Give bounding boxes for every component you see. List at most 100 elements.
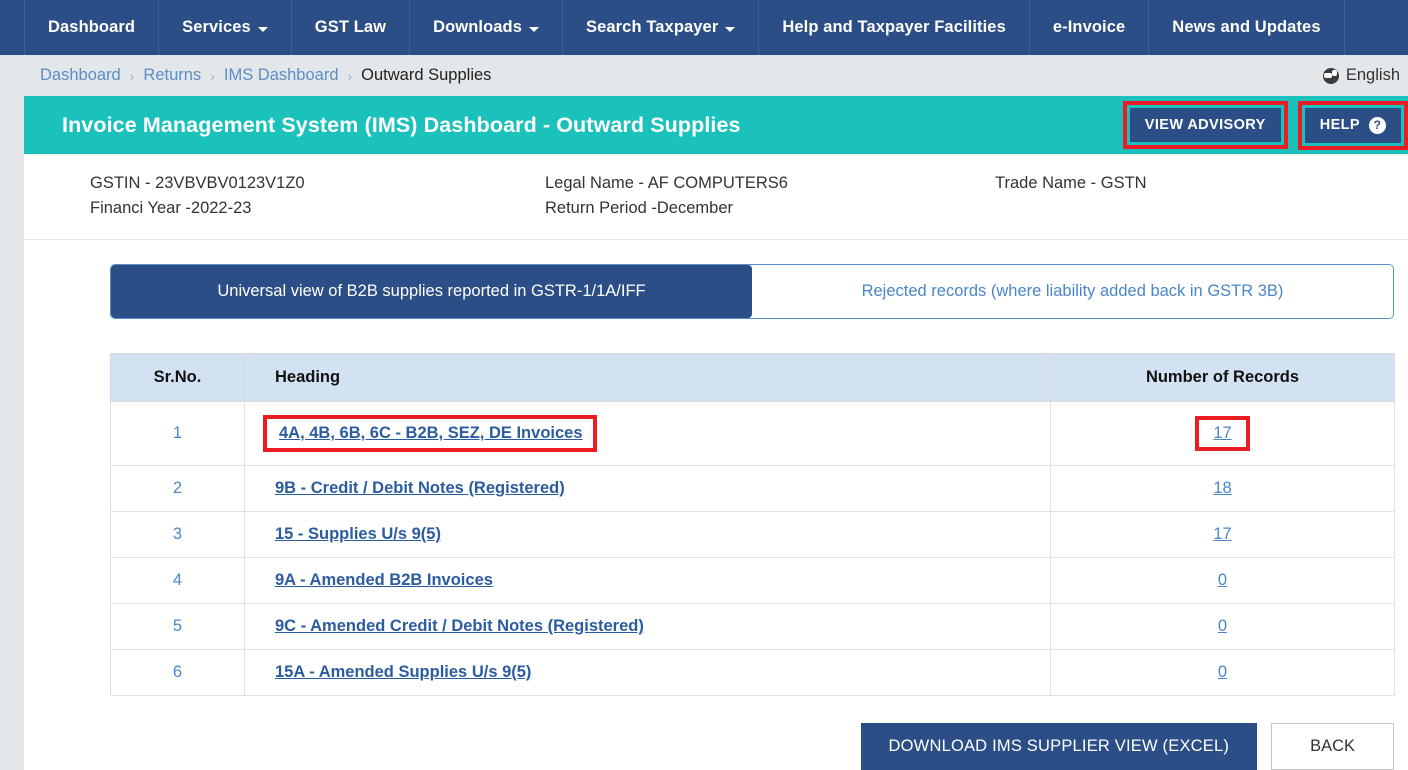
cell-heading: 9B - Credit / Debit Notes (Registered) [245, 466, 1051, 512]
record-count-link[interactable]: 17 [1213, 424, 1231, 442]
question-mark-icon: ? [1369, 117, 1386, 134]
table-row: 1 4A, 4B, 6B, 6C - B2B, SEZ, DE Invoices 1… [111, 402, 1395, 466]
nav-item-help-and-taxpayer-facilities[interactable]: Help and Taxpayer Facilities [759, 0, 1030, 55]
heading-link[interactable]: 9B - Credit / Debit Notes (Registered) [275, 479, 565, 497]
cell-sr-no: 3 [111, 512, 245, 558]
table-row: 2 9B - Credit / Debit Notes (Registered) 1… [111, 466, 1395, 512]
nav-item-news-and-updates[interactable]: News and Updates [1149, 0, 1344, 55]
cell-heading: 4A, 4B, 6B, 6C - B2B, SEZ, DE Invoices [245, 402, 1051, 466]
breadcrumb-item-returns[interactable]: Returns [143, 66, 201, 85]
nav-item-label: e-Invoice [1053, 18, 1125, 37]
cell-number-of-records: 18 [1051, 466, 1395, 512]
breadcrumb-separator: › [348, 69, 353, 83]
record-count-link[interactable]: 0 [1218, 617, 1227, 635]
download-ims-supplier-view-button[interactable]: DOWNLOAD IMS SUPPLIER VIEW (EXCEL) [861, 723, 1258, 770]
record-count-highlight-box: 17 [1195, 416, 1249, 451]
cell-sr-no: 5 [111, 604, 245, 650]
heading-link[interactable]: 9A - Amended B2B Invoices [275, 571, 493, 589]
nav-item-label: Dashboard [48, 18, 135, 37]
cell-heading: 9A - Amended B2B Invoices [245, 558, 1051, 604]
nav-item-label: News and Updates [1172, 18, 1320, 37]
chevron-down-icon [725, 27, 735, 32]
breadcrumb: Dashboard›Returns›IMS Dashboard›Outward … [40, 66, 491, 85]
footer-actions: DOWNLOAD IMS SUPPLIER VIEW (EXCEL) BACK [861, 723, 1394, 770]
help-button[interactable]: HELP ? [1305, 108, 1401, 143]
table-row: 3 15 - Supplies U/s 9(5) 17 [111, 512, 1395, 558]
records-table-head: Sr.No. Heading Number of Records [111, 354, 1395, 402]
taxpayer-info: GSTIN - 23VBVBV0123V1Z0 Legal Name - AF … [24, 154, 1408, 240]
header-actions: VIEW ADVISORY HELP ? [1123, 101, 1408, 150]
record-count-link[interactable]: 0 [1218, 571, 1227, 589]
page-title: Invoice Management System (IMS) Dashboar… [62, 113, 741, 138]
language-selector[interactable]: English [1323, 66, 1400, 85]
nav-item-label: Services [182, 18, 251, 37]
view-tabs: Universal view of B2B supplies reported … [110, 264, 1394, 319]
heading-wrapper: 15 - Supplies U/s 9(5) [245, 525, 1040, 544]
records-table-body: 1 4A, 4B, 6B, 6C - B2B, SEZ, DE Invoices 1… [111, 402, 1395, 696]
record-count-link[interactable]: 18 [1213, 479, 1231, 497]
heading-link[interactable]: 15 - Supplies U/s 9(5) [275, 525, 441, 543]
heading-link[interactable]: 4A, 4B, 6B, 6C - B2B, SEZ, DE Invoices [279, 424, 583, 442]
view-advisory-highlight: VIEW ADVISORY [1123, 101, 1288, 149]
record-count-link[interactable]: 0 [1218, 663, 1227, 681]
breadcrumb-separator: › [130, 69, 135, 83]
back-button[interactable]: BACK [1271, 723, 1394, 770]
breadcrumb-item-ims-dashboard[interactable]: IMS Dashboard [224, 66, 339, 85]
globe-icon [1323, 68, 1339, 84]
nav-item-e-invoice[interactable]: e-Invoice [1030, 0, 1149, 55]
cell-sr-no: 6 [111, 650, 245, 696]
content-card: Invoice Management System (IMS) Dashboar… [24, 96, 1408, 770]
nav-item-label: Downloads [433, 18, 522, 37]
heading-wrapper: 9B - Credit / Debit Notes (Registered) [245, 479, 1040, 498]
table-row: 5 9C - Amended Credit / Debit Notes (Regi… [111, 604, 1395, 650]
nav-item-label: GST Law [315, 18, 386, 37]
column-header-sr-no: Sr.No. [111, 354, 245, 402]
records-table: Sr.No. Heading Number of Records 1 4A, 4B… [110, 353, 1395, 696]
view-advisory-button[interactable]: VIEW ADVISORY [1130, 108, 1281, 142]
records-table-wrapper: Sr.No. Heading Number of Records 1 4A, 4B… [110, 353, 1394, 696]
table-row: 4 9A - Amended B2B Invoices 0 [111, 558, 1395, 604]
cell-number-of-records: 0 [1051, 604, 1395, 650]
nav-item-services[interactable]: Services [159, 0, 292, 55]
chevron-down-icon [529, 27, 539, 32]
taxpayer-info-spacer [995, 196, 1408, 221]
table-header-row: Sr.No. Heading Number of Records [111, 354, 1395, 402]
tab-rejected-records[interactable]: Rejected records (where liability added … [752, 265, 1393, 318]
heading-wrapper: 15A - Amended Supplies U/s 9(5) [245, 663, 1040, 682]
nav-item-search-taxpayer[interactable]: Search Taxpayer [563, 0, 759, 55]
breadcrumb-item-outward-supplies: Outward Supplies [361, 66, 491, 85]
table-row: 6 15A - Amended Supplies U/s 9(5) 0 [111, 650, 1395, 696]
trade-name-value: Trade Name - GSTN [995, 171, 1408, 196]
breadcrumb-item-dashboard[interactable]: Dashboard [40, 66, 121, 85]
cell-heading: 9C - Amended Credit / Debit Notes (Regis… [245, 604, 1051, 650]
cell-sr-no: 2 [111, 466, 245, 512]
gstin-value: GSTIN - 23VBVBV0123V1Z0 [90, 171, 545, 196]
heading-link[interactable]: 15A - Amended Supplies U/s 9(5) [275, 663, 531, 681]
return-period-value: Return Period -December [545, 196, 995, 221]
cell-number-of-records: 17 [1051, 512, 1395, 558]
cell-sr-no: 1 [111, 402, 245, 466]
tab-universal-view[interactable]: Universal view of B2B supplies reported … [111, 265, 752, 318]
nav-item-gst-law[interactable]: GST Law [292, 0, 410, 55]
heading-wrapper: 9C - Amended Credit / Debit Notes (Regis… [245, 617, 1040, 636]
language-label: English [1346, 66, 1400, 85]
record-count-link[interactable]: 17 [1213, 525, 1231, 543]
nav-item-dashboard[interactable]: Dashboard [24, 0, 159, 55]
nav-item-downloads[interactable]: Downloads [410, 0, 563, 55]
chevron-down-icon [258, 27, 268, 32]
cell-sr-no: 4 [111, 558, 245, 604]
taxpayer-info-row-2: Financi Year -2022-23 Return Period -Dec… [90, 196, 1408, 221]
heading-wrapper: 9A - Amended B2B Invoices [245, 571, 1040, 590]
cell-number-of-records: 17 [1051, 402, 1395, 466]
heading-link[interactable]: 9C - Amended Credit / Debit Notes (Regis… [275, 617, 644, 635]
breadcrumb-bar: Dashboard›Returns›IMS Dashboard›Outward … [0, 55, 1408, 96]
legal-name-value: Legal Name - AF COMPUTERS6 [545, 171, 995, 196]
taxpayer-info-row-1: GSTIN - 23VBVBV0123V1Z0 Legal Name - AF … [90, 171, 1408, 196]
nav-item-label: Search Taxpayer [586, 18, 718, 37]
financial-year-value: Financi Year -2022-23 [90, 196, 545, 221]
nav-item-label: Help and Taxpayer Facilities [782, 18, 1006, 37]
help-label: HELP [1320, 117, 1360, 133]
cell-number-of-records: 0 [1051, 650, 1395, 696]
help-highlight: HELP ? [1298, 101, 1408, 150]
column-header-heading: Heading [245, 354, 1051, 402]
